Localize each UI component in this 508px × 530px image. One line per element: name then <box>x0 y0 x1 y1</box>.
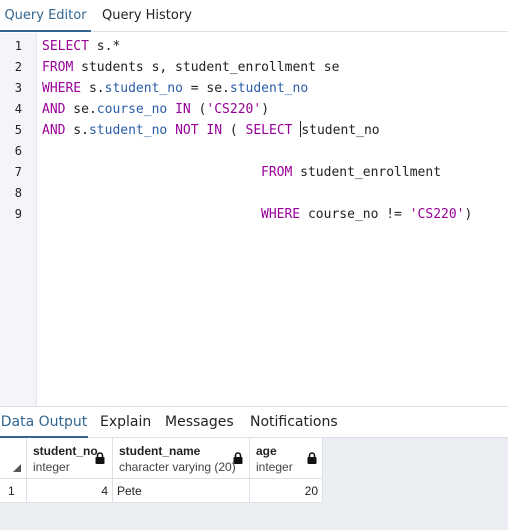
tab-notifications[interactable]: Notifications <box>250 407 338 438</box>
line-number-gutter: 1 2 3 4 5 6 7 8 9 <box>0 33 37 406</box>
column-type: integer <box>256 460 293 474</box>
line-number: 4 <box>14 102 22 116</box>
lock-icon <box>233 452 243 464</box>
code-text: ) <box>261 102 270 117</box>
column-name: student_name <box>119 444 201 458</box>
sql-keyword: WHERE <box>42 81 82 96</box>
code-text: s. <box>65 123 89 138</box>
sql-keyword: AND <box>42 102 66 117</box>
sql-keyword: SELECT <box>42 39 89 54</box>
triangle-corner-icon <box>13 464 21 472</box>
sql-keyword: AND <box>42 123 66 138</box>
sql-keyword: IN <box>175 102 191 117</box>
select-all-cell[interactable] <box>0 438 27 479</box>
string-literal: 'CS220' <box>206 102 262 117</box>
column-name: age <box>256 444 277 458</box>
code-text: se. <box>65 102 97 117</box>
column-name: student_no <box>33 444 98 458</box>
code-line: WHERE course_no != 'CS220') <box>261 205 472 225</box>
code-text: = se. <box>182 81 230 96</box>
column-identifier: student_no <box>229 81 309 96</box>
sql-keyword: FROM <box>261 165 293 180</box>
lock-icon <box>95 452 105 464</box>
tab-query-history[interactable]: Query History <box>102 0 192 32</box>
line-number: 5 <box>14 123 22 137</box>
table-cell[interactable]: 4 <box>27 479 113 503</box>
column-header-student-no[interactable]: student_no integer <box>27 438 113 479</box>
code-line: AND se.course_no IN ('CS220') <box>42 100 269 120</box>
line-number: 7 <box>14 165 22 179</box>
string-literal: 'CS220' <box>409 207 465 222</box>
column-identifier: student_no <box>88 123 168 138</box>
row-number[interactable]: 1 <box>0 479 27 503</box>
sql-keyword: FROM <box>42 60 74 75</box>
code-line: FROM student_enrollment <box>261 163 441 183</box>
tab-data-output[interactable]: Data Output <box>0 407 88 438</box>
line-number: 6 <box>14 144 22 158</box>
line-number: 3 <box>14 81 22 95</box>
sql-keyword: NOT IN <box>175 123 223 138</box>
tab-messages[interactable]: Messages <box>165 407 234 438</box>
line-number: 1 <box>14 39 22 53</box>
code-text: ( <box>190 102 207 117</box>
sql-keyword: SELECT <box>245 123 293 138</box>
column-type: character varying (20) <box>119 460 236 474</box>
column-header-age[interactable]: age integer <box>250 438 323 479</box>
code-text: s. <box>81 81 105 96</box>
sql-keyword: WHERE <box>261 207 301 222</box>
code-text: ) <box>464 207 473 222</box>
code-text: student_enrollment <box>292 165 442 180</box>
code-line: WHERE s.student_no = se.student_no <box>42 79 308 99</box>
tab-explain[interactable]: Explain <box>100 407 151 438</box>
results-tab-bar: Data Output Explain Messages Notificatio… <box>0 406 508 438</box>
code-text: course_no != <box>300 207 410 222</box>
line-number: 9 <box>14 207 22 221</box>
table-cell[interactable]: 20 <box>250 479 323 503</box>
code-line: AND s.student_no NOT IN ( SELECT student… <box>42 121 380 141</box>
column-type: integer <box>33 460 70 474</box>
column-identifier: course_no <box>96 102 168 117</box>
code-line: FROM students s, student_enrollment se <box>42 58 339 78</box>
column-identifier: student_no <box>104 81 183 96</box>
tab-query-editor[interactable]: Query Editor <box>0 0 91 32</box>
lock-icon <box>307 452 317 464</box>
editor-tab-bar: Query Editor Query History <box>0 0 508 32</box>
column-header-student-name[interactable]: student_name character varying (20) <box>113 438 250 479</box>
code-area[interactable]: SELECT s.* FROM students s, student_enro… <box>42 33 508 406</box>
code-text: student_no <box>301 123 380 138</box>
code-text: s.* <box>88 39 121 54</box>
code-line: SELECT s.* <box>42 37 120 57</box>
code-text: students s, student_enrollment se <box>73 60 340 75</box>
line-number: 8 <box>14 186 22 200</box>
results-grid: student_no integer student_name characte… <box>0 438 508 530</box>
code-text: ( <box>222 123 246 138</box>
sql-editor[interactable]: 1 2 3 4 5 6 7 8 9 SELECT s.* FROM studen… <box>0 33 508 406</box>
table-cell[interactable]: Pete <box>113 479 250 503</box>
line-number: 2 <box>14 60 22 74</box>
